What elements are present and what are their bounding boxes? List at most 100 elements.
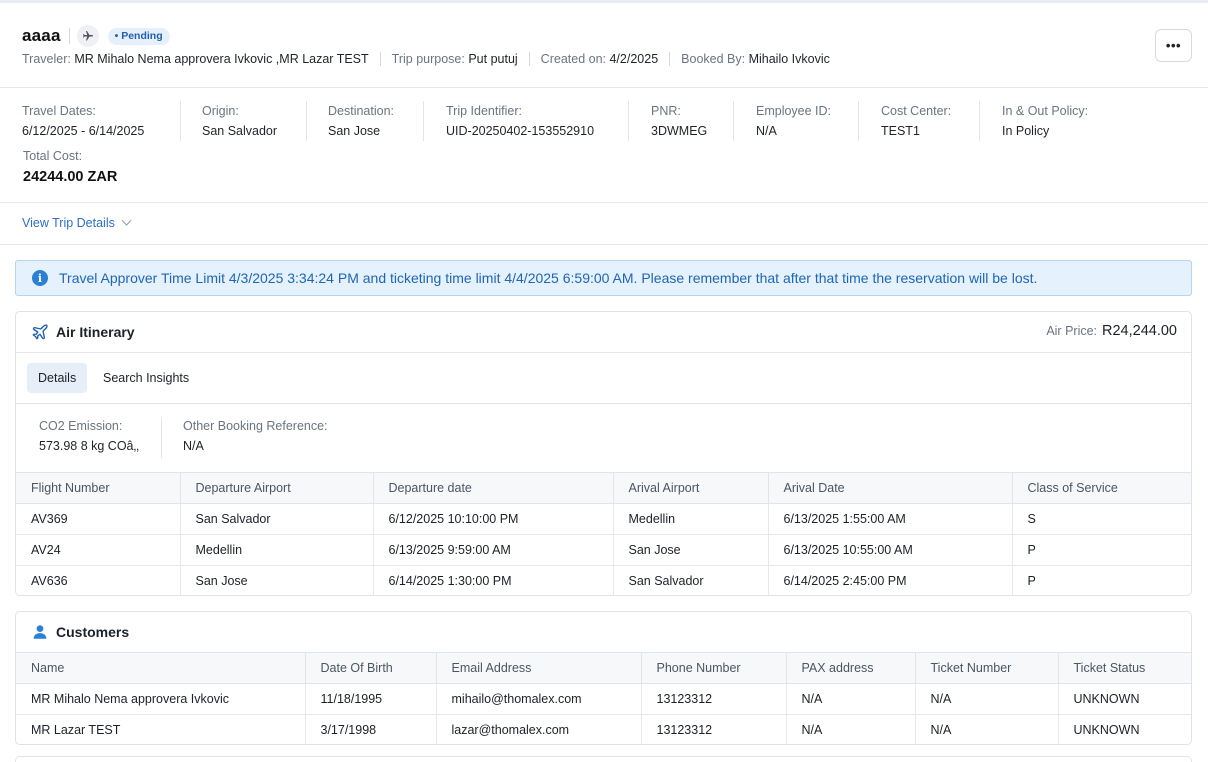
table-cell: San Salvador [180,503,374,535]
created-value: 4/2/2025 [609,52,659,66]
column-header: Departure Airport [180,472,374,504]
cost-center-value: TEST1 [881,124,920,138]
other-ref-label: Other Booking Reference: [183,419,328,433]
pnr-field: PNR: 3DWMEG [651,104,707,138]
table-row: AV636 San Jose 6/14/2025 1:30:00 PM San … [16,565,1191,595]
other-ref-field: Other Booking Reference: N/A [183,419,328,453]
time-limit-alert: i Travel Approver Time Limit 4/3/2025 3:… [15,260,1192,296]
chevron-down-icon [121,215,132,226]
co2-value: 573.98 8 kg COâ‚‚ [39,439,140,453]
plane-icon [32,324,48,340]
booked-meta: Booked By: Mihailo Ivkovic [681,52,830,66]
column-header: Arival Airport [613,472,769,504]
table-cell: UNKNOWN [1058,683,1191,715]
table-cell: lazar@thomalex.com [436,714,642,744]
destination-value: San Jose [328,124,381,138]
next-section-card [15,756,1192,762]
booked-label: Booked By: [681,52,746,66]
table-cell: 13123312 [641,714,787,744]
traveler-label: Traveler: [22,52,71,66]
column-header: Name [16,652,306,684]
customers-card: Customers Name Date Of Birth Email Addre… [15,611,1192,745]
view-trip-details-link[interactable]: View Trip Details [22,215,132,230]
policy-label: In & Out Policy: [1002,104,1089,118]
air-itinerary-header: Air Itinerary Air Price: R24,244.00 [16,312,1191,353]
title-row: aaaa • Pending [22,25,170,47]
created-meta: Created on: 4/2/2025 [541,52,658,66]
air-tabs: Details Search Insights [16,353,1191,404]
customers-table: Name Date Of Birth Email Address Phone N… [16,652,1191,744]
travel-dates-label: Travel Dates: [22,104,96,118]
pnr-label: PNR: [651,104,681,118]
table-cell: N/A [915,683,1059,715]
table-cell: S [1012,503,1191,535]
info-divider [979,101,980,141]
table-cell: San Jose [180,565,374,595]
origin-field: Origin: San Salvador [202,104,277,138]
table-cell: 13123312 [641,683,787,715]
table-cell: Medellin [180,534,374,566]
column-header: Departure date [373,472,614,504]
table-cell: 6/13/2025 1:55:00 AM [768,503,1013,535]
air-itinerary-card: Air Itinerary Air Price: R24,244.00 Detai… [15,311,1192,596]
table-cell: 6/14/2025 1:30:00 PM [373,565,614,595]
origin-value: San Salvador [202,124,278,138]
info-divider [733,101,734,141]
table-row: MR Lazar TEST 3/17/1998 lazar@thomalex.c… [16,714,1191,744]
policy-field: In & Out Policy: In Policy [1002,104,1088,138]
total-cost-field: Total Cost: 24244.00 ZAR [23,149,117,185]
column-header: Phone Number [641,652,787,684]
status-badge: • Pending [107,27,170,45]
trip-meta: Traveler: MR Mihalo Nema approvera Ivkov… [22,52,830,66]
trip-identifier-value: UID-20250402-153552910 [446,124,595,138]
other-ref-value: N/A [183,439,204,453]
origin-label: Origin: [202,104,239,118]
column-header: Class of Service [1012,472,1191,504]
air-price: Air Price: R24,244.00 [1046,323,1177,339]
table-cell: 11/18/1995 [305,683,437,715]
table-cell: 3/17/1998 [305,714,437,744]
info-divider [628,101,629,141]
meta-divider [379,52,381,66]
column-header: Arival Date [768,472,1013,504]
table-cell: N/A [915,714,1059,744]
destination-label: Destination: [328,104,395,118]
travel-dates-value: 6/12/2025 - 6/14/2025 [22,124,145,138]
trip-info-grid: Travel Dates: 6/12/2025 - 6/14/2025 Orig… [0,89,1208,203]
title-divider [68,28,70,44]
trip-header: aaaa • Pending Traveler: MR Mihalo Nema … [0,3,1208,88]
table-cell: mihailo@thomalex.com [436,683,642,715]
employee-id-value: N/A [756,124,777,138]
view-trip-details-label: View Trip Details [22,216,115,230]
info-divider [306,101,307,141]
tab-details[interactable]: Details [27,363,88,393]
employee-id-label: Employee ID: [756,104,832,118]
air-sub-info: CO2 Emission: 573.98 8 kg COâ‚‚ Other Bo… [16,404,1191,472]
table-cell: 6/13/2025 10:55:00 AM [768,534,1013,566]
info-icon: i [32,270,48,286]
user-icon [33,625,47,639]
traveler-value: MR Mihalo Nema approvera Ivkovic ,MR Laz… [74,52,369,66]
table-cell: UNKNOWN [1073,723,1140,738]
column-header: Flight Number [16,472,181,504]
cost-center-field: Cost Center: TEST1 [881,104,951,138]
column-header: PAX address [786,652,916,684]
tab-search-insights[interactable]: Search Insights [92,363,200,393]
more-options-button[interactable]: ••• [1155,29,1192,62]
table-cell: N/A [786,714,916,744]
alert-text: Travel Approver Time Limit 4/3/2025 3:34… [59,270,1038,286]
table-cell: San Salvador [613,565,769,595]
travel-dates-field: Travel Dates: 6/12/2025 - 6/14/2025 [22,104,144,138]
table-cell: AV636 [16,565,181,595]
air-itinerary-title: Air Itinerary [56,324,135,340]
table-cell: San Jose [613,534,769,566]
column-header: Email Address [436,652,642,684]
destination-field: Destination: San Jose [328,104,394,138]
total-cost-value: 24244.00 ZAR [23,169,118,185]
created-label: Created on: [540,52,606,66]
flights-table: Flight Number Departure Airport Departur… [16,472,1191,595]
purpose-label: Trip purpose: [391,52,465,66]
table-cell: AV24 [16,534,181,566]
table-row: AV24 Medellin 6/13/2025 9:59:00 AM San J… [16,534,1191,566]
table-cell: 6/12/2025 10:10:00 PM [373,503,614,535]
